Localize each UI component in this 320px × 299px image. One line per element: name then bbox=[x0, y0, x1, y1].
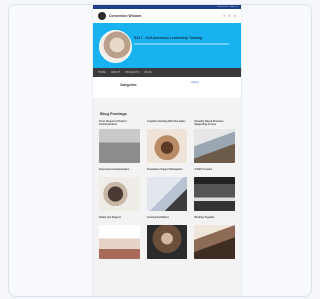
blog-post[interactable]: Boundaries Support Navigation bbox=[146, 168, 188, 211]
post-thumbnail[interactable] bbox=[99, 177, 140, 211]
tab-about[interactable]: About bbox=[191, 80, 199, 84]
tabs-row: Categories About bbox=[93, 77, 241, 98]
blog-section: Blog Postings Trust, Respect & Perfect C… bbox=[93, 107, 241, 296]
blog-post[interactable]: Safety and Support bbox=[99, 216, 140, 259]
blog-post[interactable]: Working Together bbox=[194, 216, 235, 259]
blog-post[interactable]: Empathy Based Practices Supporting Acces… bbox=[194, 120, 235, 163]
hero-subline bbox=[134, 43, 229, 45]
post-title[interactable]: Empathy Based Practices Supporting Acces… bbox=[194, 120, 235, 129]
post-thumbnail[interactable] bbox=[146, 129, 188, 163]
hero-title: SALT - Self-Advocacy Leadership Training bbox=[134, 36, 203, 40]
tab-categories[interactable]: Categories bbox=[120, 83, 136, 87]
blog-post[interactable]: Community Matters bbox=[146, 216, 188, 259]
post-thumbnail[interactable] bbox=[146, 177, 188, 211]
hero-avatar bbox=[99, 30, 132, 63]
topbar-text: Subscribe | Sign in bbox=[217, 6, 238, 8]
post-thumbnail[interactable] bbox=[146, 225, 188, 259]
nav-item-about[interactable]: ABOUT bbox=[111, 71, 120, 74]
hero-banner: SALT - Self-Advocacy Leadership Training bbox=[93, 23, 241, 68]
nav-item-blog[interactable]: BLOG bbox=[145, 71, 152, 74]
post-title[interactable]: Trust, Respect & Perfect Communication bbox=[99, 120, 140, 129]
brand-name: Convention Wisdom bbox=[109, 14, 142, 18]
post-thumbnail[interactable] bbox=[99, 129, 140, 163]
header-icons: ⌕ ≡ × bbox=[223, 14, 236, 18]
blog-post[interactable]: Trust, Respect & Perfect Communication bbox=[99, 120, 140, 163]
nav-item-home[interactable]: HOME bbox=[98, 71, 106, 74]
post-title[interactable]: Safety and Support bbox=[99, 216, 140, 225]
blog-post[interactable]: A Path Forward bbox=[194, 168, 235, 211]
search-icon[interactable]: ⌕ bbox=[223, 14, 225, 18]
close-icon[interactable]: × bbox=[234, 14, 236, 18]
post-title[interactable]: Working Together bbox=[194, 216, 235, 225]
post-thumbnail[interactable] bbox=[194, 225, 235, 259]
post-title[interactable]: A Path Forward bbox=[194, 168, 235, 177]
post-thumbnail[interactable] bbox=[194, 129, 235, 163]
menu-icon[interactable]: ≡ bbox=[228, 14, 230, 18]
blog-post[interactable]: Cognitive Hacking Effective Gains bbox=[146, 120, 188, 163]
post-title[interactable]: Community Matters bbox=[147, 216, 188, 225]
blog-post[interactable]: Improving Communication bbox=[99, 168, 140, 211]
section-gap bbox=[93, 98, 241, 107]
post-thumbnail[interactable] bbox=[99, 225, 140, 259]
blog-grid: Trust, Respect & Perfect Communication C… bbox=[99, 120, 235, 259]
post-title[interactable]: Cognitive Hacking Effective Gains bbox=[147, 120, 188, 129]
logo-icon bbox=[98, 12, 106, 20]
blog-title: Blog Postings bbox=[100, 111, 127, 116]
site-header: Convention Wisdom ⌕ ≡ × bbox=[93, 9, 241, 23]
preview-card: Subscribe | Sign in Convention Wisdom ⌕ … bbox=[8, 4, 312, 297]
post-title[interactable]: Improving Communication bbox=[99, 168, 140, 177]
main-nav: HOME ABOUT PROJECTS BLOG bbox=[93, 68, 241, 77]
webpage-preview: Subscribe | Sign in Convention Wisdom ⌕ … bbox=[93, 5, 241, 296]
nav-item-projects[interactable]: PROJECTS bbox=[125, 71, 139, 74]
post-title[interactable]: Boundaries Support Navigation bbox=[147, 168, 188, 177]
post-thumbnail[interactable] bbox=[194, 177, 235, 211]
